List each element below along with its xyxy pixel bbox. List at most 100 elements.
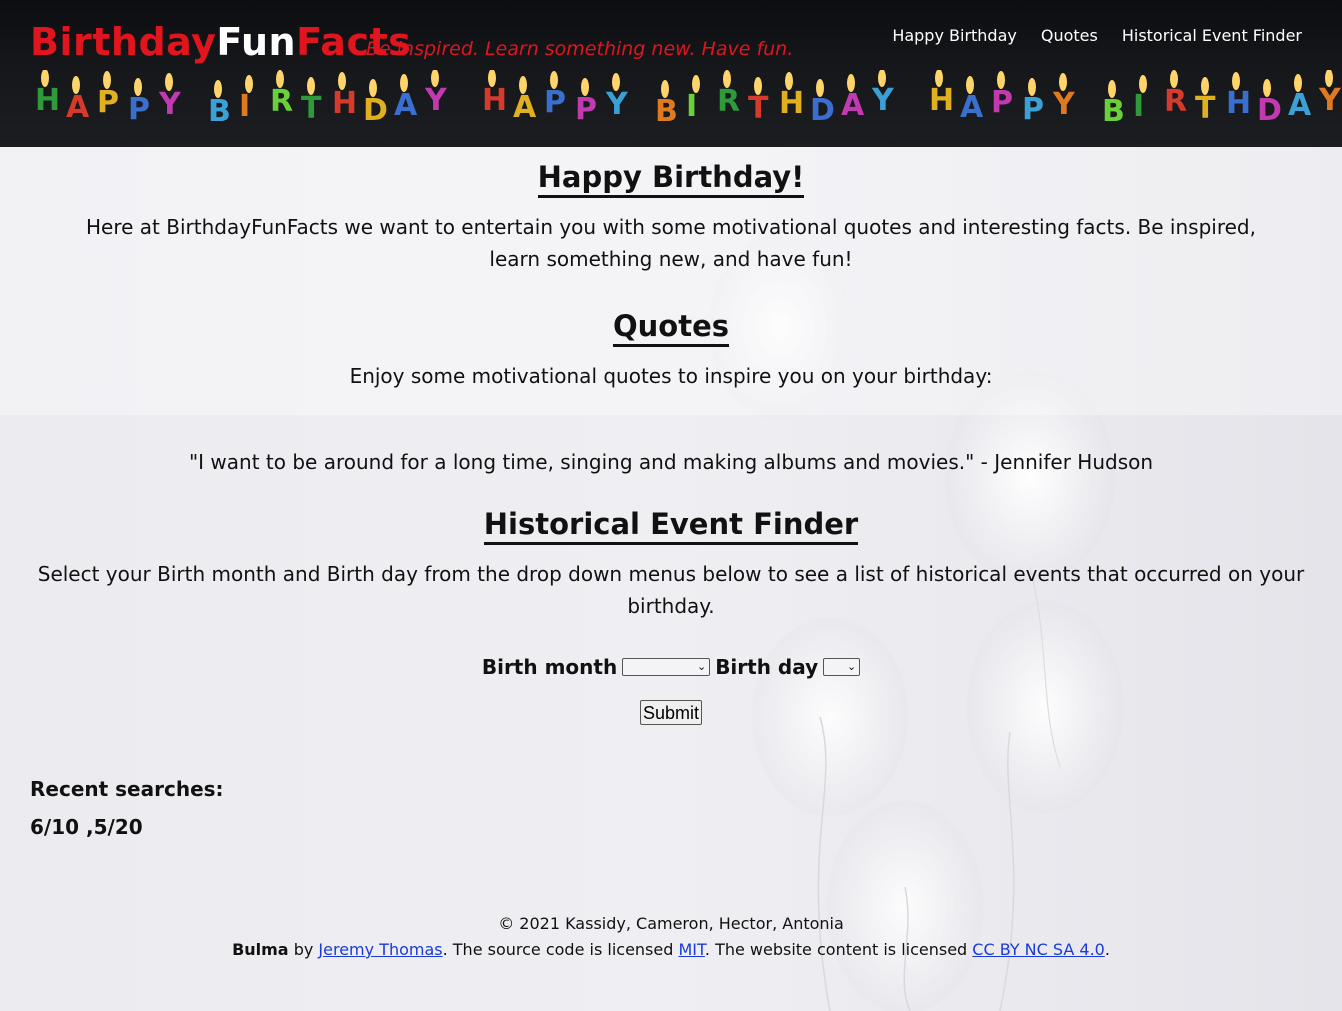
birth-month-label: Birth month	[481, 655, 618, 679]
logo-birthday: Birthday	[30, 20, 217, 64]
candle-flame	[1139, 75, 1147, 93]
candle-letter: I	[239, 89, 250, 124]
quotes-heading: Quotes	[612, 309, 729, 348]
candle-flame	[997, 71, 1005, 89]
finder-intro: Select your Birth month and Birth day fr…	[37, 562, 1305, 618]
quote-text: "I want to be around for a long time, si…	[188, 450, 1154, 474]
birth-day-select[interactable]: ⌄	[823, 658, 861, 676]
candle-letter: Y	[1052, 87, 1076, 122]
candle-letter: Y	[424, 83, 448, 118]
candle-letter: R	[1164, 84, 1187, 119]
recent-searches-values: 6/10 ,5/20	[30, 815, 143, 839]
site-footer: © 2021 Kassidy, Cameron, Hector, Antonia…	[0, 911, 1342, 963]
happy-birthday-heading: Happy Birthday!	[537, 160, 805, 199]
candle-flame	[661, 80, 669, 98]
candle-flame	[1232, 72, 1240, 90]
candle-flame	[338, 72, 346, 90]
credits-line: Bulma by Jeremy Thomas. The source code …	[0, 937, 1342, 963]
chevron-down-icon: ⌄	[846, 660, 857, 673]
site-header: HAPPYBIRTHDAYHAPPYBIRTHDAYHAPPYBIRTHDAY …	[0, 0, 1342, 147]
candle-flame	[245, 75, 253, 93]
candle-letter: P	[128, 92, 150, 127]
candle-letter: A	[841, 88, 865, 123]
by-text: by	[288, 940, 319, 959]
candle-flame	[519, 76, 527, 94]
candle-flame	[816, 79, 824, 97]
candle-letter: I	[686, 89, 697, 124]
candle-letter: R	[717, 84, 740, 119]
chevron-down-icon: ⌄	[696, 660, 707, 673]
candle-letter: Y	[871, 83, 895, 118]
historical-event-finder-heading: Historical Event Finder	[483, 507, 859, 546]
main-nav: Happy Birthday Quotes Historical Event F…	[892, 26, 1302, 45]
candle-flame	[400, 74, 408, 92]
candle-flame	[1028, 78, 1036, 96]
candle-letter: D	[363, 93, 388, 128]
tagline: Be inspired. Learn something new. Have f…	[366, 38, 794, 60]
candle-flame	[1059, 73, 1067, 91]
candle-letter: I	[1133, 89, 1144, 124]
candle-letter: Y	[1318, 83, 1342, 118]
author-link[interactable]: Jeremy Thomas	[318, 940, 442, 959]
quotes-intro: Enjoy some motivational quotes to inspir…	[349, 364, 993, 388]
candle-letter: Y	[158, 87, 182, 122]
candle-flame	[1170, 70, 1178, 88]
code-license-text: . The source code is licensed	[442, 940, 679, 959]
candle-flame	[165, 73, 173, 91]
candle-flame	[754, 77, 762, 95]
candle-flame	[1294, 74, 1302, 92]
mit-link[interactable]: MIT	[678, 940, 704, 959]
content-license-text: . The website content is licensed	[704, 940, 973, 959]
candle-letter: T	[748, 91, 769, 126]
candle-letter: H	[332, 86, 357, 121]
candle-letter: P	[991, 85, 1013, 120]
candle-flame	[276, 70, 284, 88]
site-logo[interactable]: BirthdayFunFacts	[30, 20, 411, 64]
candle-flame	[134, 78, 142, 96]
candle-flame	[723, 70, 731, 88]
candle-flame	[550, 71, 558, 89]
candle-letter: P	[544, 85, 566, 120]
logo-fun: Fun	[216, 20, 297, 64]
nav-historical-event-finder[interactable]: Historical Event Finder	[1122, 26, 1302, 45]
candle-flame	[692, 75, 700, 93]
candle-flame	[1108, 80, 1116, 98]
recent-searches-label: Recent searches:	[30, 777, 224, 801]
candle-flame	[847, 74, 855, 92]
candle-letter: B	[208, 94, 231, 129]
nav-quotes[interactable]: Quotes	[1041, 26, 1098, 45]
candle-letter: D	[1257, 93, 1282, 128]
candle-letter: H	[35, 83, 60, 118]
candles-banner-image: HAPPYBIRTHDAYHAPPYBIRTHDAYHAPPYBIRTHDAY	[35, 70, 1342, 129]
candle-flame	[1201, 77, 1209, 95]
candle-flame	[103, 71, 111, 89]
candle-letter: P	[575, 92, 597, 127]
birth-day-label: Birth day	[715, 655, 819, 679]
license-link[interactable]: CC BY NC SA 4.0	[972, 940, 1105, 959]
candle-flame	[581, 78, 589, 96]
candle-letter: T	[1195, 91, 1216, 126]
candle-letter: A	[1288, 88, 1312, 123]
candle-letter: H	[1226, 86, 1251, 121]
candle-letter: A	[513, 90, 537, 125]
candle-letter: T	[301, 91, 322, 126]
candle-letter: H	[929, 83, 954, 118]
candle-letter: P	[1022, 92, 1044, 127]
candle-letter: D	[810, 93, 835, 128]
candle-letter: A	[960, 90, 984, 125]
recent-searches: Recent searches: 6/10 ,5/20	[30, 777, 224, 839]
candle-flame	[369, 79, 377, 97]
candle-letter: H	[482, 83, 507, 118]
intro-text: Here at BirthdayFunFacts we want to ente…	[86, 215, 1256, 271]
copyright-text: © 2021 Kassidy, Cameron, Hector, Antonia	[498, 914, 844, 933]
bulma-label: Bulma	[232, 940, 289, 959]
candle-letter: R	[270, 84, 293, 119]
candle-letter: A	[394, 88, 418, 123]
submit-button[interactable]: Submit	[639, 700, 703, 725]
nav-happy-birthday[interactable]: Happy Birthday	[892, 26, 1017, 45]
candle-flame	[72, 76, 80, 94]
birth-month-select[interactable]: ⌄	[622, 658, 711, 676]
candle-flame	[785, 72, 793, 90]
candle-letter: H	[779, 86, 804, 121]
candle-letter: B	[1102, 94, 1125, 129]
